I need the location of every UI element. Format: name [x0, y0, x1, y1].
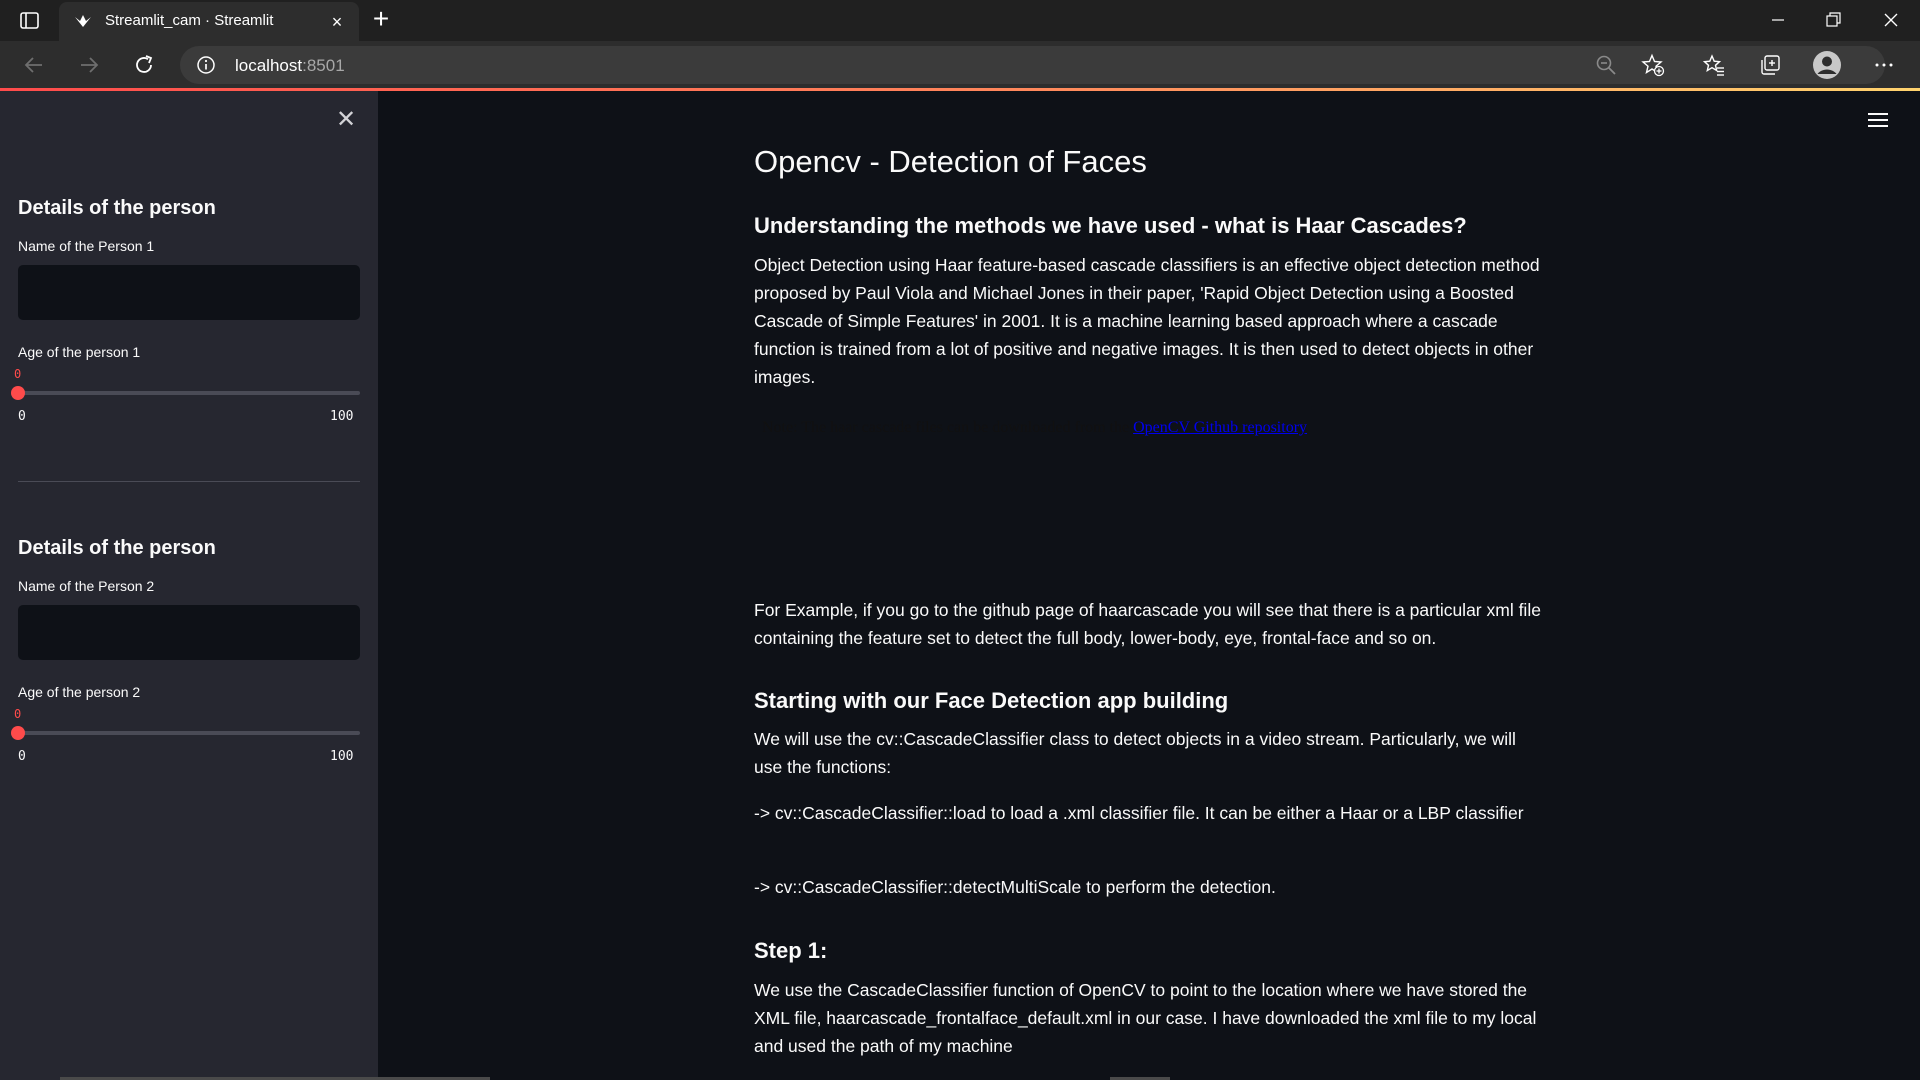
person1-age-label: Age of the person 1 — [18, 344, 141, 360]
favorites-icon[interactable] — [1698, 49, 1730, 81]
address-host: localhost — [235, 56, 303, 75]
person1-age-max: 100 — [330, 409, 354, 424]
new-tab-button[interactable]: + — [368, 5, 394, 33]
tab-title: Streamlit_cam · Streamlit — [105, 12, 274, 29]
functions-intro: We will use the cv::CascadeClassifier cl… — [754, 729, 1516, 777]
download-note: Note: The haar cascade files can be down… — [762, 419, 1307, 437]
streamlit-logo-icon — [74, 14, 92, 28]
person2-age-slider-thumb[interactable] — [11, 726, 25, 740]
person2-name-label: Name of the Person 2 — [18, 578, 155, 594]
forward-icon[interactable] — [73, 49, 105, 81]
refresh-icon[interactable] — [128, 49, 160, 81]
section-heading-haar: Understanding the methods we have used -… — [754, 213, 1467, 238]
address-port: :8501 — [302, 56, 345, 75]
close-icon[interactable] — [1876, 6, 1906, 34]
person2-age-value: 0 — [14, 707, 22, 721]
step1-heading: Step 1: — [754, 938, 828, 963]
sidebar-close-icon[interactable]: ✕ — [333, 107, 359, 133]
step1-paragraph: We use the CascadeClassifier function of… — [754, 980, 1537, 1056]
person1-name-label: Name of the Person 1 — [18, 238, 155, 254]
browser-toolbar: localhost:8501 — [0, 41, 1920, 89]
section-heading-app-building: Starting with our Face Detection app bui… — [754, 688, 1229, 713]
opencv-github-link[interactable]: OpenCV Github repository — [1133, 419, 1307, 436]
collections-icon[interactable] — [1754, 49, 1786, 81]
profile-icon[interactable] — [1811, 49, 1843, 81]
main-menu-icon[interactable] — [1868, 113, 1888, 131]
minimize-icon[interactable] — [1763, 6, 1793, 34]
person1-age-min: 0 — [18, 409, 26, 424]
person1-heading: Details of the person — [18, 197, 216, 219]
browser-window: Streamlit_cam · Streamlit × + localhost:… — [0, 0, 1920, 1080]
example-paragraph: For Example, if you go to the github pag… — [754, 600, 1541, 648]
add-favorite-icon[interactable] — [1637, 49, 1669, 81]
load-function-item: -> cv::CascadeClassifier::load to load a… — [754, 803, 1524, 823]
address-bar[interactable]: localhost:8501 — [180, 46, 1885, 84]
person2-age-slider-track[interactable] — [18, 731, 360, 735]
person1-age-slider-thumb[interactable] — [11, 386, 25, 400]
tab-close-icon[interactable]: × — [327, 12, 347, 32]
info-icon[interactable] — [196, 55, 216, 75]
person1-name-input[interactable] — [18, 265, 360, 320]
haar-description: Object Detection using Haar feature-base… — [754, 255, 1540, 387]
person1-age-value: 0 — [14, 367, 22, 381]
maximize-icon[interactable] — [1818, 6, 1848, 34]
person2-age-label: Age of the person 2 — [18, 684, 141, 700]
address-url: localhost:8501 — [235, 56, 345, 76]
more-icon[interactable] — [1868, 49, 1900, 81]
main-content: Opencv - Detection of Faces Understandin… — [378, 91, 1920, 1080]
sidebar-divider — [18, 481, 360, 482]
page-title: Opencv - Detection of Faces — [754, 144, 1147, 179]
person1-age-slider-track[interactable] — [18, 391, 360, 395]
tab-strip: Streamlit_cam · Streamlit × + — [0, 0, 1920, 41]
person2-heading: Details of the person — [18, 537, 216, 559]
tab-actions-icon[interactable] — [18, 10, 42, 32]
sidebar: ✕ Details of the person Name of the Pers… — [0, 91, 378, 1080]
person2-age-min: 0 — [18, 749, 26, 764]
download-note-text: Note: The haar cascade files can be down… — [762, 419, 1134, 436]
person2-name-input[interactable] — [18, 605, 360, 660]
browser-tab-active[interactable]: Streamlit_cam · Streamlit × — [59, 2, 359, 41]
zoom-out-icon[interactable] — [1590, 49, 1622, 81]
back-icon[interactable] — [18, 49, 50, 81]
person2-age-max: 100 — [330, 749, 354, 764]
detect-function-item: -> cv::CascadeClassifier::detectMultiSca… — [754, 877, 1276, 897]
